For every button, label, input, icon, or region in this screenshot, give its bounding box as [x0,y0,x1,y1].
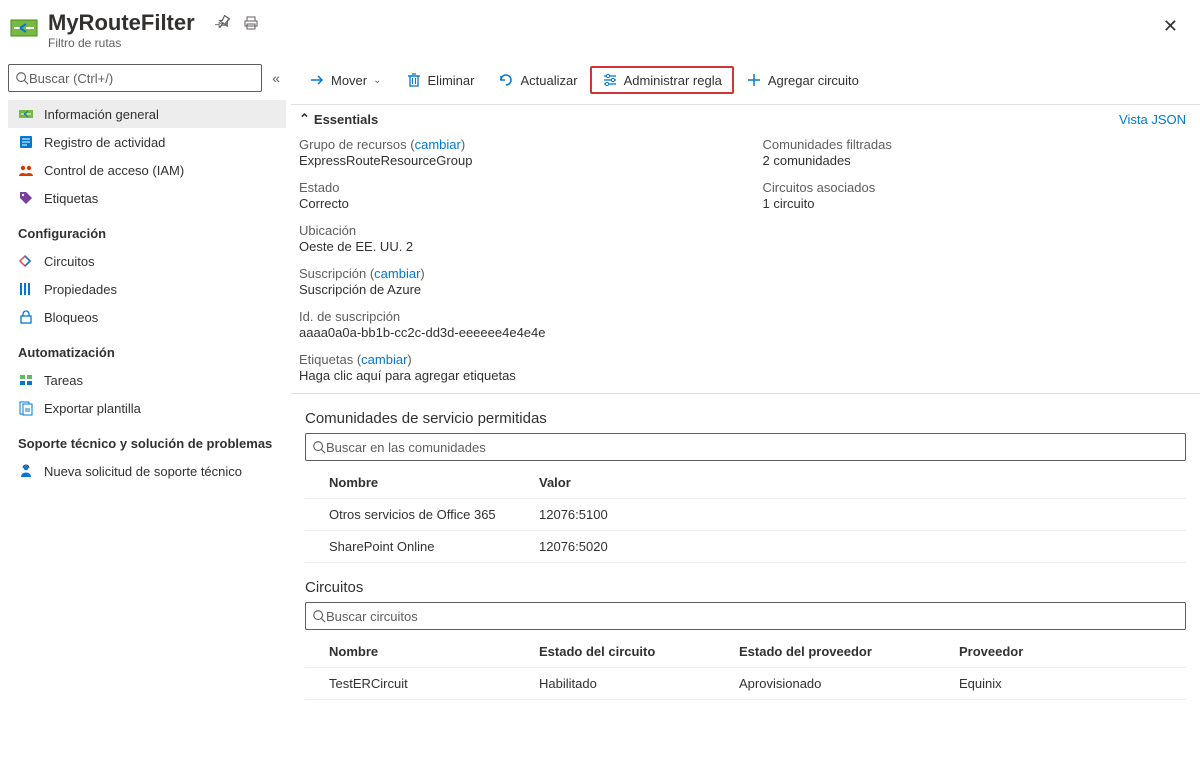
change-tags-link[interactable]: cambiar [361,352,407,367]
sidebar-search-input[interactable] [29,71,255,86]
sidebar-item-label: Nueva solicitud de soporte técnico [44,464,242,479]
json-view-link[interactable]: Vista JSON [1119,112,1186,127]
collapse-sidebar-icon[interactable]: « [266,70,286,86]
col-header-name[interactable]: Nombre [329,475,539,490]
settings-sliders-icon [602,72,618,88]
subscription-link[interactable]: Suscripción de Azure [299,282,723,297]
sidebar-item-activity-log[interactable]: Registro de actividad [8,128,286,156]
search-icon [312,609,326,623]
communities-value: 2 comunidades [763,153,1187,168]
refresh-icon [498,72,514,88]
sidebar-item-locks[interactable]: Bloqueos [8,303,286,331]
circuits-value: 1 circuito [763,196,1187,211]
sidebar-item-label: Propiedades [44,282,117,297]
resource-group-link[interactable]: ExpressRouteResourceGroup [299,153,723,168]
circuits-table: Nombre Estado del circuito Estado del pr… [305,636,1186,700]
pin-icon[interactable] [215,15,231,31]
sidebar-item-label: Bloqueos [44,310,98,325]
sidebar-item-properties[interactable]: Propiedades [8,275,286,303]
col-header-state[interactable]: Estado del circuito [539,644,739,659]
sidebar-item-new-support-request[interactable]: Nueva solicitud de soporte técnico [8,457,286,485]
col-header-provstate[interactable]: Estado del proveedor [739,644,959,659]
close-icon[interactable]: ✕ [1163,10,1182,37]
search-icon [15,71,29,85]
sidebar-item-circuits[interactable]: Circuitos [8,247,286,275]
change-sub-link[interactable]: cambiar [374,266,420,281]
chevron-up-icon: ⌃ [299,111,310,127]
table-row[interactable]: Otros servicios de Office 365 12076:5100 [305,499,1186,531]
col-header-name[interactable]: Nombre [329,644,539,659]
circuits-search[interactable] [305,602,1186,630]
sidebar-item-label: Tareas [44,373,83,388]
lock-icon [18,309,34,325]
log-icon [18,134,34,150]
sidebar-item-label: Circuitos [44,254,95,269]
overview-icon [18,106,34,122]
table-row[interactable]: TestERCircuit Habilitado Aprovisionado E… [305,668,1186,700]
sidebar: « Información general Registro de activi… [0,56,290,700]
circuits-search-input[interactable] [326,609,1179,624]
refresh-button[interactable]: Actualizar [486,66,589,94]
col-header-vendor[interactable]: Proveedor [959,644,1168,659]
sidebar-item-label: Registro de actividad [44,135,165,150]
delete-button[interactable]: Eliminar [394,66,487,94]
chevron-down-icon: ⌄ [373,75,381,86]
arrow-right-icon [309,72,325,88]
support-icon [18,463,34,479]
search-icon [312,440,326,454]
sidebar-section-auto: Automatización [8,331,286,366]
tasks-icon [18,372,34,388]
add-tags-link[interactable]: Haga clic aquí para agregar etiquetas [299,368,723,383]
location-value: Oeste de EE. UU. 2 [299,239,723,254]
add-circuit-button[interactable]: Agregar circuito [734,66,871,94]
essentials-panel: Grupo de recursos (cambiar) ExpressRoute… [291,131,1200,393]
manage-rule-button[interactable]: Administrar regla [590,66,734,94]
state-value: Correcto [299,196,723,211]
table-row[interactable]: SharePoint Online 12076:5020 [305,531,1186,563]
circuits-title: Circuitos [291,563,1200,602]
print-icon[interactable] [243,15,259,31]
sidebar-item-overview[interactable]: Información general [8,100,286,128]
trash-icon [406,72,422,88]
sidebar-item-tasks[interactable]: Tareas [8,366,286,394]
communities-table: Nombre Valor Otros servicios de Office 3… [305,467,1186,563]
tag-icon [18,190,34,206]
plus-icon [746,72,762,88]
move-button[interactable]: Mover ⌄ [297,66,394,94]
sidebar-item-label: Control de acceso (IAM) [44,163,184,178]
communities-search[interactable] [305,433,1186,461]
iam-icon [18,162,34,178]
communities-title: Comunidades de servicio permitidas [291,394,1200,433]
sidebar-item-tags[interactable]: Etiquetas [8,184,286,212]
essentials-toggle[interactable]: ⌃ Essentials [299,111,378,127]
sidebar-search[interactable] [8,64,262,92]
page-subtitle: Filtro de rutas [48,36,1163,50]
sidebar-item-label: Información general [44,107,159,122]
export-icon [18,400,34,416]
blade-header: MyRouteFilter Filtro de rutas ✕ [0,0,1200,56]
main-content: Mover ⌄ Eliminar Actualizar Administrar … [290,56,1200,700]
circuit-icon [18,253,34,269]
subscription-id-value: aaaa0a0a-bb1b-cc2c-dd3d-eeeeee4e4e4e [299,325,723,340]
col-header-value[interactable]: Valor [539,475,1168,490]
sidebar-section-config: Configuración [8,212,286,247]
props-icon [18,281,34,297]
resource-icon [10,14,38,42]
sidebar-item-label: Exportar plantilla [44,401,141,416]
command-bar: Mover ⌄ Eliminar Actualizar Administrar … [291,56,1200,104]
change-rg-link[interactable]: cambiar [415,137,461,152]
sidebar-item-export-template[interactable]: Exportar plantilla [8,394,286,422]
sidebar-item-iam[interactable]: Control de acceso (IAM) [8,156,286,184]
communities-search-input[interactable] [326,440,1179,455]
sidebar-section-support: Soporte técnico y solución de problemas [8,422,286,457]
sidebar-item-label: Etiquetas [44,191,98,206]
page-title: MyRouteFilter [48,10,195,36]
